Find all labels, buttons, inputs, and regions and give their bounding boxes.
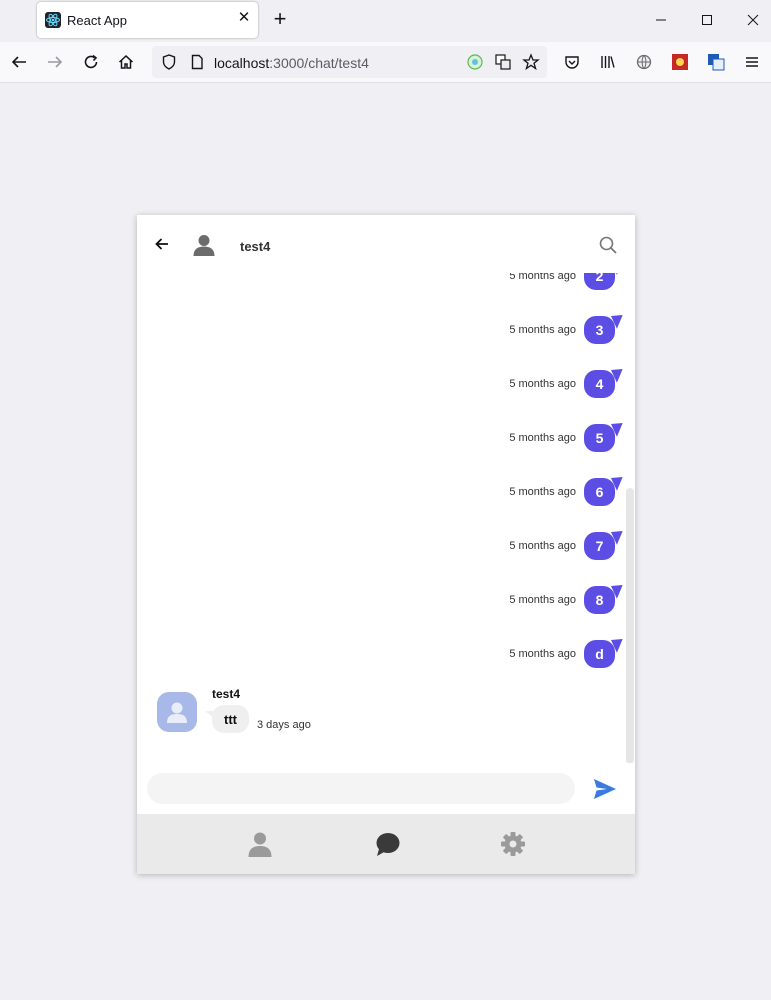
minimize-icon[interactable] [651,10,671,30]
message-input[interactable] [147,773,575,804]
message-time: 5 months ago [509,432,576,444]
close-window-icon[interactable] [743,10,763,30]
message-outgoing: 5 months ago 3 [509,316,615,344]
chat-card: test4 5 months ago 2 5 months ago 3 5 mo… [137,215,635,874]
send-icon[interactable] [593,778,617,800]
search-icon[interactable] [599,236,617,254]
person-icon[interactable] [247,831,273,857]
react-favicon-icon [45,12,61,28]
message-incoming: test4 ttt 3 days ago [157,687,457,737]
forward-icon[interactable] [46,53,64,71]
message-outgoing: 5 months ago d [509,640,615,668]
message-time: 5 months ago [509,324,576,336]
message-scrollbar[interactable] [626,488,634,764]
bottom-nav [137,814,635,874]
message-outgoing: 5 months ago 8 [509,586,615,614]
translate-icon[interactable] [494,53,512,71]
message-bubble: d [584,640,615,668]
addon-translate-icon[interactable] [707,53,725,71]
message-bubble: 3 [584,316,615,344]
tab-close-icon[interactable]: ✕ [236,10,252,26]
message-time: 3 days ago [257,719,311,731]
pocket-icon[interactable] [563,53,581,71]
user-avatar-icon [192,234,216,256]
menu-icon[interactable] [743,53,761,71]
browser-tabstrip: React App ✕ + [0,0,771,42]
sender-avatar[interactable] [157,692,197,732]
back-icon[interactable] [10,53,28,71]
message-bubble: 7 [584,532,615,560]
message-outgoing: 5 months ago 2 [509,273,615,290]
message-bubble: 5 [584,424,615,452]
library-icon[interactable] [599,53,617,71]
url-bar[interactable]: localhost:3000/chat/test4 [152,46,547,78]
message-outgoing: 5 months ago 4 [509,370,615,398]
message-bubble: ttt [205,705,249,733]
message-outgoing: 5 months ago 6 [509,478,615,506]
message-bubble: 8 [584,586,615,614]
message-composer [137,763,635,814]
gear-icon[interactable] [500,831,526,857]
sender-name: test4 [212,687,241,701]
home-icon[interactable] [117,53,135,71]
url-text: localhost:3000/chat/test4 [214,55,369,71]
chat-title: test4 [240,239,271,254]
page-info-icon[interactable] [188,53,206,71]
message-bubble: 2 [584,273,615,290]
message-bubble: 6 [584,478,615,506]
addon-red-icon[interactable] [671,53,689,71]
reload-icon[interactable] [82,53,100,71]
bookmark-star-icon[interactable] [522,53,540,71]
shield-icon[interactable] [160,53,178,71]
message-bubble: 4 [584,370,615,398]
maximize-icon[interactable] [697,10,717,30]
globe-icon[interactable] [635,53,653,71]
browser-navbar: localhost:3000/chat/test4 [0,42,771,83]
message-time: 5 months ago [509,273,576,282]
chat-bubble-icon[interactable] [375,831,401,857]
arrow-left-icon[interactable] [154,236,170,252]
tab-title: React App [67,13,127,28]
chat-header: test4 [137,215,635,273]
message-time: 5 months ago [509,486,576,498]
message-time: 5 months ago [509,378,576,390]
extension-icon[interactable] [466,53,484,71]
message-outgoing: 5 months ago 5 [509,424,615,452]
browser-tab[interactable]: React App ✕ [37,2,258,38]
message-outgoing: 5 months ago 7 [509,532,615,560]
message-time: 5 months ago [509,540,576,552]
message-time: 5 months ago [509,594,576,606]
message-time: 5 months ago [509,648,576,660]
new-tab-icon[interactable]: + [270,8,290,30]
message-list[interactable]: 5 months ago 2 5 months ago 3 5 months a… [137,273,635,763]
